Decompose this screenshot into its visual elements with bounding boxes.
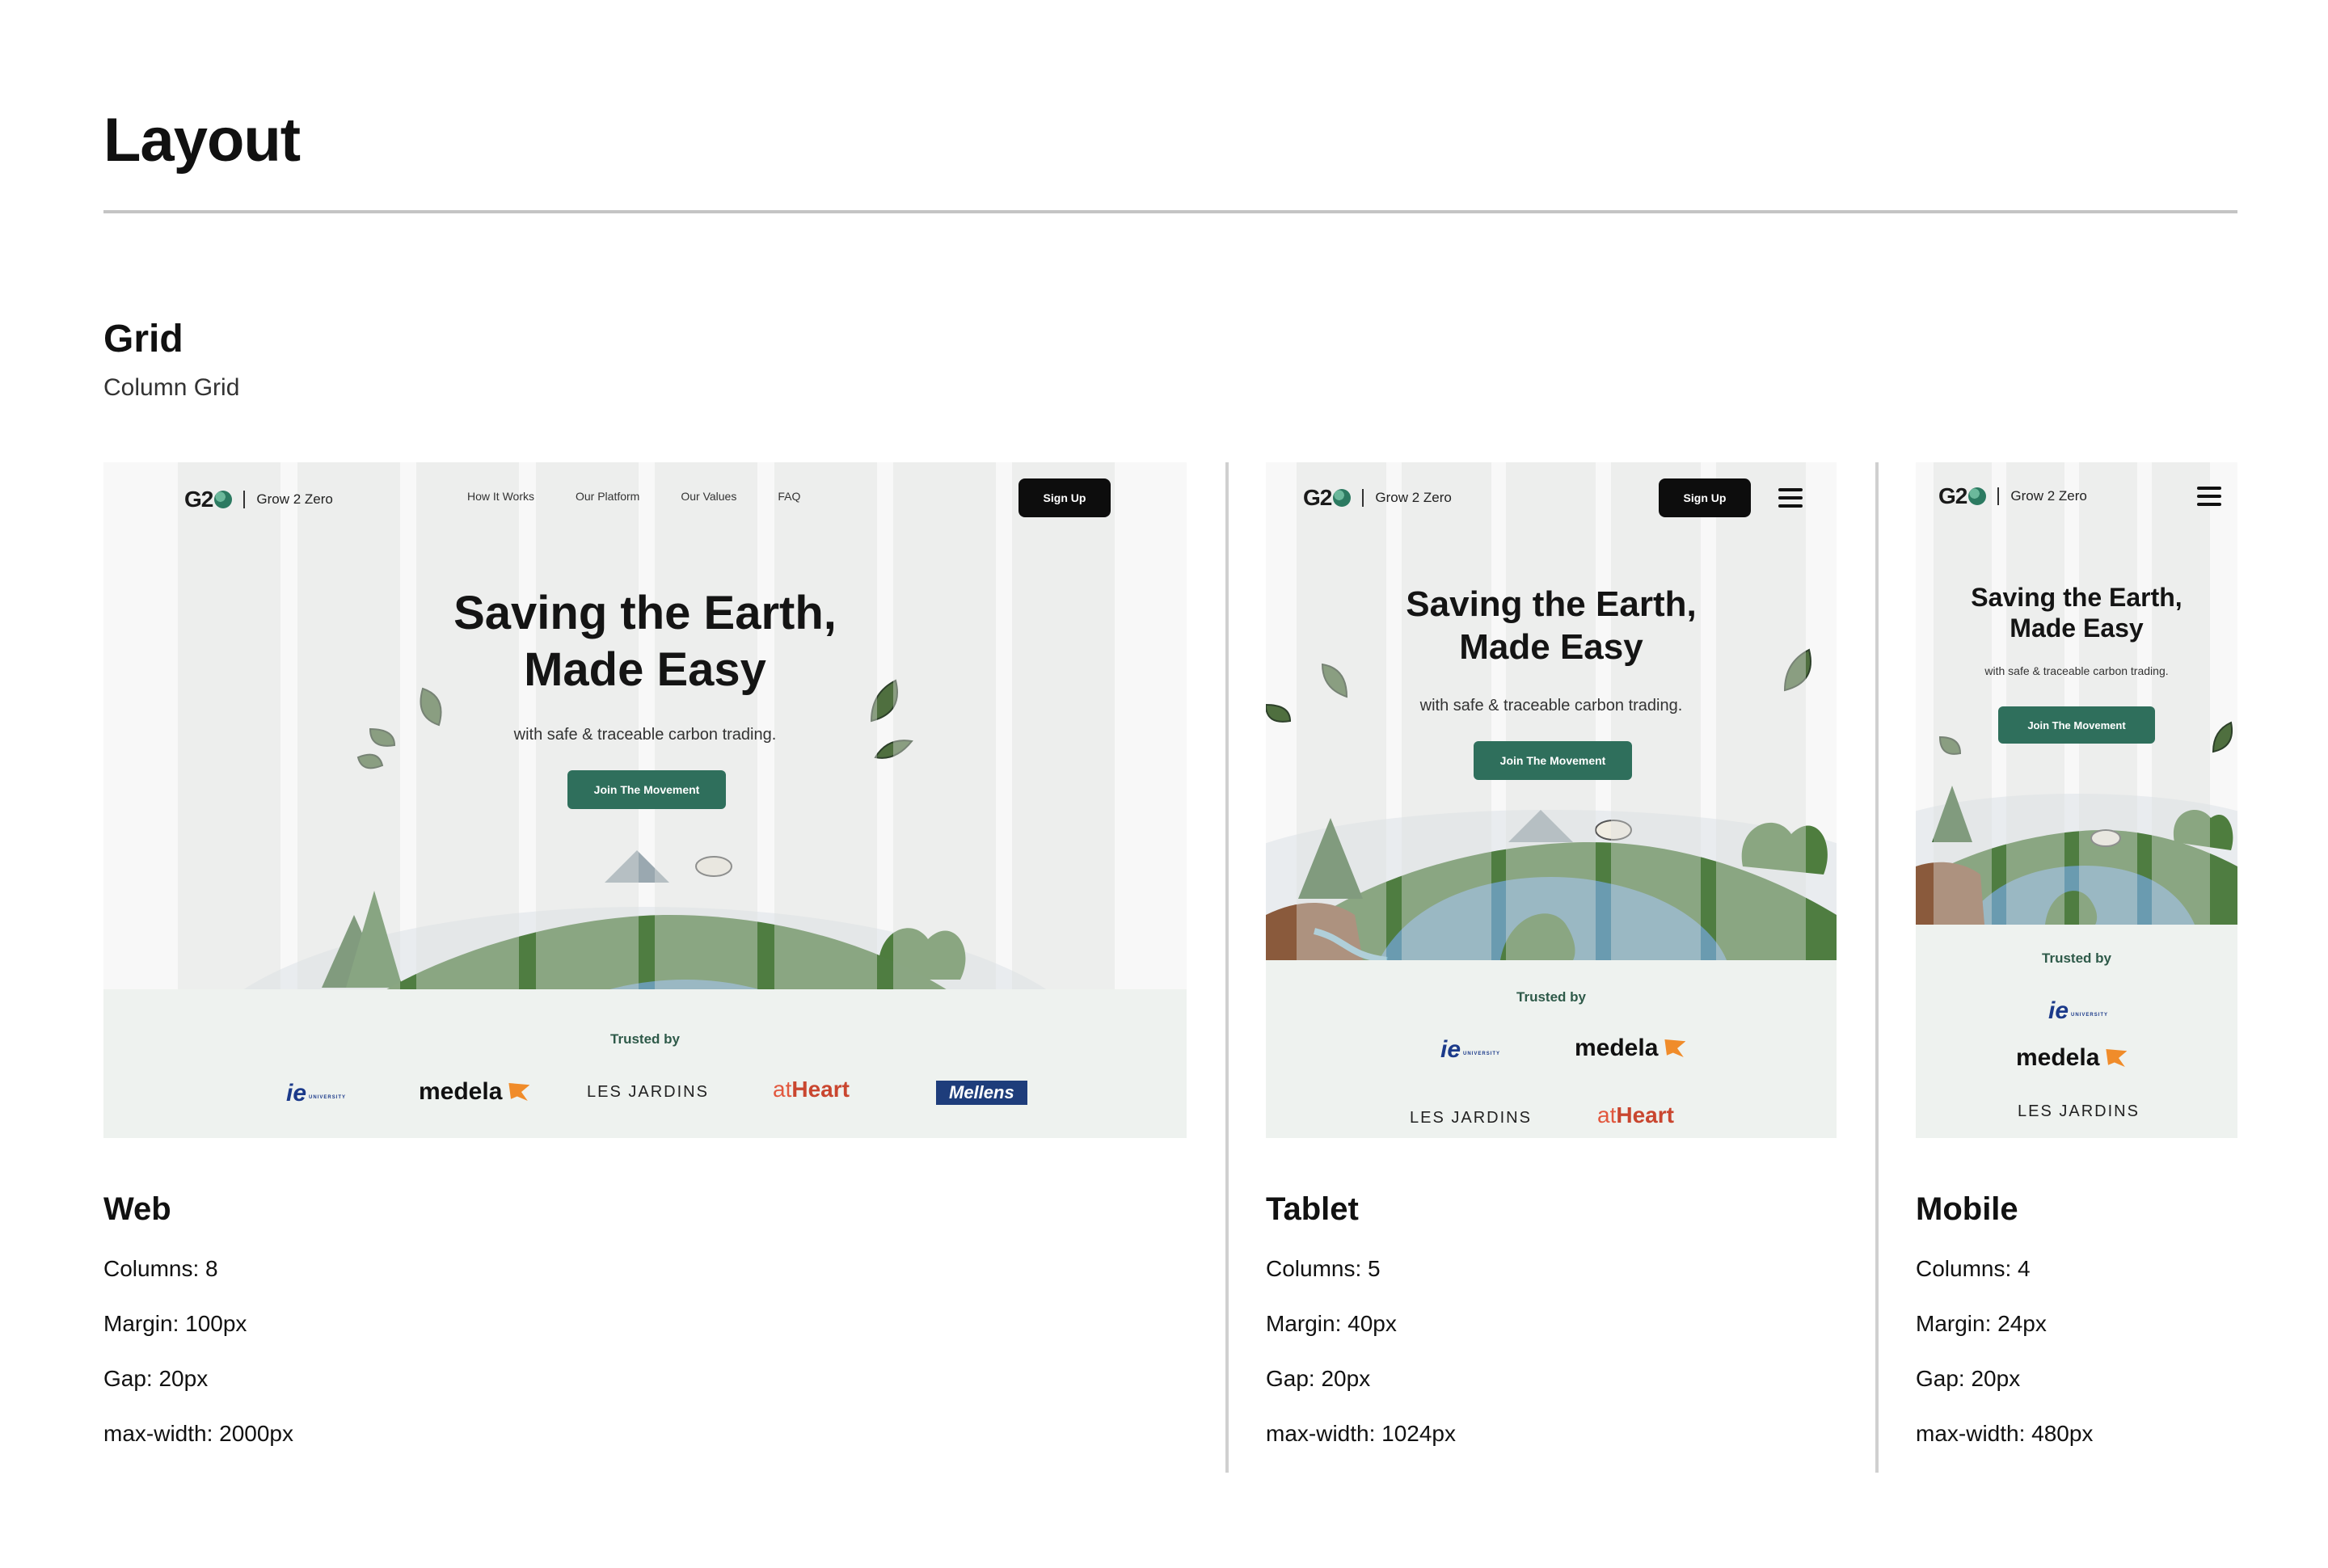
- trusted-by-label: Trusted by: [610, 1031, 680, 1047]
- partner-logo-atheart: at Heart: [773, 1077, 850, 1102]
- brand-logo[interactable]: G2 Grow 2 Zero: [1303, 485, 1452, 511]
- spec-max-width: max-width: 1024px: [1266, 1421, 1457, 1446]
- hero-heading: Saving the Earth, Made Easy: [1971, 583, 2182, 643]
- column-divider: [1875, 462, 1879, 1473]
- partner-logo-medela: medela: [2016, 1044, 2128, 1072]
- spec-gap: Gap: 20px: [1916, 1366, 2021, 1391]
- hamburger-icon[interactable]: [1778, 488, 1803, 508]
- partner-logo-ie: ie UNIVERSITY: [1440, 1036, 1501, 1063]
- partner-logo-jardins: LES JARDINS: [1410, 1109, 1532, 1127]
- spec-gap: Gap: 20px: [1266, 1366, 1371, 1391]
- hero-subtitle: with safe & traceable carbon trading.: [1419, 697, 1683, 714]
- partner-logo-medela: medela: [419, 1078, 530, 1106]
- globe-icon: [1333, 489, 1352, 507]
- trusted-by-label: Trusted by: [1516, 989, 1586, 1005]
- spec-mobile: Mobile Columns: 4 Margin: 24px Gap: 20px…: [1916, 1188, 2093, 1474]
- partner-logo-ie: ie UNIVERSITY: [286, 1080, 347, 1106]
- spec-max-width: max-width: 480px: [1916, 1421, 2094, 1446]
- join-movement-button[interactable]: Join The Movement: [1998, 706, 2155, 744]
- spec-title: Web: [103, 1191, 171, 1227]
- partner-logo-atheart: at Heart: [1597, 1102, 1674, 1128]
- partner-logo-jardins: LES JARDINS: [587, 1083, 709, 1101]
- title-divider: [103, 210, 2237, 213]
- spec-web: Web Columns: 8 Margin: 100px Gap: 20px m…: [103, 1188, 293, 1474]
- partner-logo-jardins: LES JARDINS: [2018, 1102, 2140, 1120]
- page-title: Layout: [103, 106, 301, 175]
- spec-columns: Columns: 5: [1266, 1256, 1381, 1281]
- spec-title: Mobile: [1916, 1191, 2018, 1227]
- section-subtitle: Column Grid: [103, 374, 240, 401]
- partner-logo-mellens: Mellens: [936, 1081, 1027, 1105]
- spec-columns: Columns: 8: [103, 1256, 218, 1281]
- nav-our-values[interactable]: Our Values: [681, 490, 736, 503]
- trusted-section: [103, 989, 1187, 1138]
- sign-up-button[interactable]: Sign Up: [1018, 478, 1111, 517]
- partner-logo-medela: medela: [1575, 1035, 1686, 1062]
- join-movement-button[interactable]: Join The Movement: [567, 770, 726, 809]
- brand-logo[interactable]: G2 Grow 2 Zero: [184, 487, 333, 512]
- globe-icon: [1968, 487, 1987, 505]
- nav-our-platform[interactable]: Our Platform: [576, 490, 639, 503]
- spec-gap: Gap: 20px: [103, 1366, 209, 1391]
- hero-subtitle: with safe & traceable carbon trading.: [513, 726, 777, 744]
- spec-margin: Margin: 40px: [1266, 1311, 1397, 1336]
- spec-tablet: Tablet Columns: 5 Margin: 40px Gap: 20px…: [1266, 1188, 1456, 1474]
- spec-margin: Margin: 24px: [1916, 1311, 2047, 1336]
- spec-max-width: max-width: 2000px: [103, 1421, 294, 1446]
- section-title: Grid: [103, 318, 183, 360]
- main-nav: How It Works Our Platform Our Values FAQ: [467, 490, 800, 503]
- mobile-mockup: G2 Grow 2 Zero Saving the Earth, Made Eas…: [1916, 462, 2237, 1138]
- web-mockup: G2 Grow 2 Zero How It Works Our Platform…: [103, 462, 1187, 1138]
- join-movement-button[interactable]: Join The Movement: [1474, 741, 1632, 780]
- column-divider: [1225, 462, 1229, 1473]
- tablet-mockup: G2 Grow 2 Zero Sign Up Saving the Earth,…: [1266, 462, 1837, 1138]
- partner-logo-ie: ie UNIVERSITY: [2048, 997, 2109, 1024]
- spec-columns: Columns: 4: [1916, 1256, 2031, 1281]
- hero-heading: Saving the Earth, Made Easy: [453, 587, 837, 696]
- nav-how-it-works[interactable]: How It Works: [467, 490, 534, 503]
- spec-title: Tablet: [1266, 1191, 1359, 1227]
- hero-subtitle: with safe & traceable carbon trading.: [1984, 664, 2169, 677]
- hamburger-icon[interactable]: [2197, 487, 2221, 506]
- sign-up-button[interactable]: Sign Up: [1659, 478, 1751, 517]
- trusted-by-label: Trusted by: [2042, 950, 2111, 966]
- globe-icon: [214, 491, 233, 508]
- hero-heading: Saving the Earth, Made Easy: [1406, 584, 1697, 667]
- trusted-section: [1266, 960, 1837, 1138]
- nav-faq[interactable]: FAQ: [778, 490, 800, 503]
- spec-margin: Margin: 100px: [103, 1311, 247, 1336]
- brand-logo[interactable]: G2 Grow 2 Zero: [1938, 483, 2087, 509]
